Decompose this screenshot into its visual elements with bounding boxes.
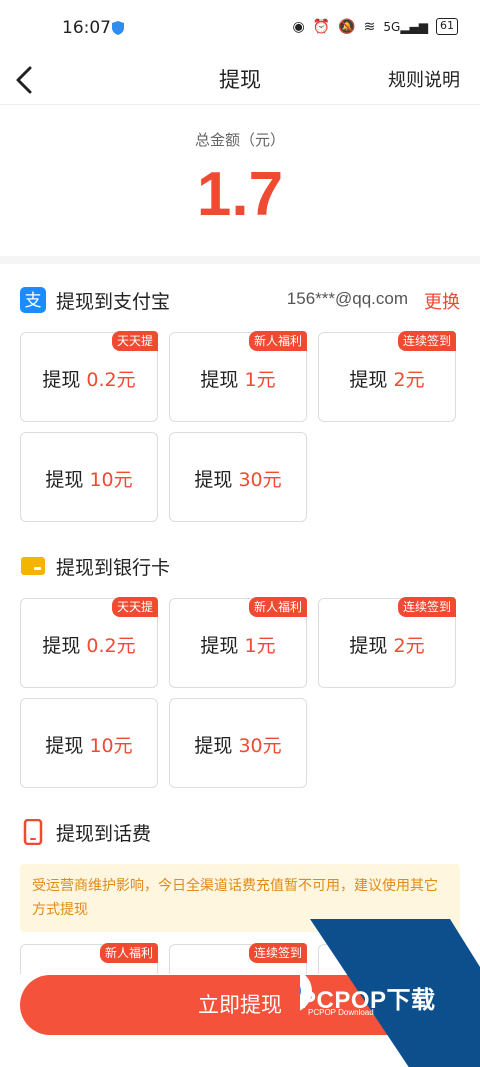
option-label: 提现 10元 <box>45 735 133 757</box>
alipay-account: 156***@qq.com <box>286 289 408 308</box>
bank-option-2[interactable]: 连续签到 提现 2元 <box>318 597 456 688</box>
eye-icon: ◉ <box>292 18 305 35</box>
alipay-option-0-2[interactable]: 天天提 提现 0.2元 <box>20 331 158 422</box>
option-tag: 新人福利 <box>248 597 307 617</box>
amount-value: 1.7 <box>196 160 284 229</box>
option-tag: 新人福利 <box>248 331 307 351</box>
option-tag: 连续签到 <box>397 597 456 617</box>
bank-option-1[interactable]: 新人福利 提现 1元 <box>169 597 307 688</box>
status-icons: ◉ ⏰ 🔕 ≋ 5G▂▄▆ 61 <box>293 18 458 35</box>
option-label: 提现 0.2元 <box>42 369 136 391</box>
signal-icon: 5G▂▄▆ <box>383 19 428 34</box>
change-account-button[interactable]: 更换 <box>424 288 460 314</box>
alipay-icon: 支 <box>20 287 46 313</box>
battery-icon: 61 <box>436 18 458 35</box>
status-bar: 16:07 ◉ ⏰ 🔕 ≋ 5G▂▄▆ 61 <box>0 0 480 56</box>
option-label: 提现 2元 <box>349 635 425 657</box>
alipay-section-header: 支 提现到支付宝 156***@qq.com 更换 <box>20 284 460 314</box>
bank-section-header: 提现到银行卡 <box>20 550 460 580</box>
option-label: 提现 2元 <box>349 369 425 391</box>
option-label: 提现 10元 <box>45 469 133 491</box>
wifi-icon: ≋ <box>363 18 376 35</box>
alipay-option-1[interactable]: 新人福利 提现 1元 <box>169 331 307 422</box>
bank-card-icon <box>21 557 45 575</box>
option-tag: 新人福利 <box>99 943 158 963</box>
phone-section-title: 提现到话费 <box>56 823 152 845</box>
phone-option-1[interactable]: 连续签到 <box>169 943 307 974</box>
svg-text:支: 支 <box>25 291 42 311</box>
phone-option-0[interactable]: 新人福利 <box>20 943 158 974</box>
watermark-subtext: PCPOP Download <box>308 1008 374 1017</box>
option-label: 提现 30元 <box>194 735 282 757</box>
alipay-section-title: 提现到支付宝 <box>56 291 171 313</box>
network-label: 5G <box>383 19 401 34</box>
phone-section-header: 提现到话费 <box>20 816 460 846</box>
option-label: 提现 0.2元 <box>42 635 136 657</box>
bank-option-30[interactable]: 提现 30元 <box>169 698 307 788</box>
status-time: 16:07 <box>62 18 111 38</box>
alipay-option-2[interactable]: 连续签到 提现 2元 <box>318 331 456 422</box>
option-label: 提现 1元 <box>200 369 276 391</box>
option-tag: 连续签到 <box>248 943 307 963</box>
bank-option-10[interactable]: 提现 10元 <box>20 698 158 788</box>
option-label: 提现 30元 <box>194 469 282 491</box>
bank-section-title: 提现到银行卡 <box>56 557 171 579</box>
option-tag: 天天提 <box>111 597 158 617</box>
shield-icon <box>112 21 124 35</box>
mute-icon: 🔕 <box>338 18 356 35</box>
alarm-icon: ⏰ <box>312 18 331 35</box>
withdraw-content: 支 提现到支付宝 156***@qq.com 更换 天天提 提现 0.2元 新人… <box>0 264 480 1067</box>
rules-link[interactable]: 规则说明 <box>388 66 460 92</box>
amount-label: 总金额（元） <box>194 131 285 149</box>
bank-option-0-2[interactable]: 天天提 提现 0.2元 <box>20 597 158 688</box>
nav-bar: 提现 规则说明 <box>0 56 480 104</box>
phone-icon <box>23 819 43 845</box>
amount-card: 总金额（元） 1.7 <box>0 104 480 256</box>
alipay-option-10[interactable]: 提现 10元 <box>20 432 158 522</box>
option-label: 提现 1元 <box>200 635 276 657</box>
option-tag: 连续签到 <box>397 331 456 351</box>
alipay-option-30[interactable]: 提现 30元 <box>169 432 307 522</box>
option-tag: 天天提 <box>111 331 158 351</box>
